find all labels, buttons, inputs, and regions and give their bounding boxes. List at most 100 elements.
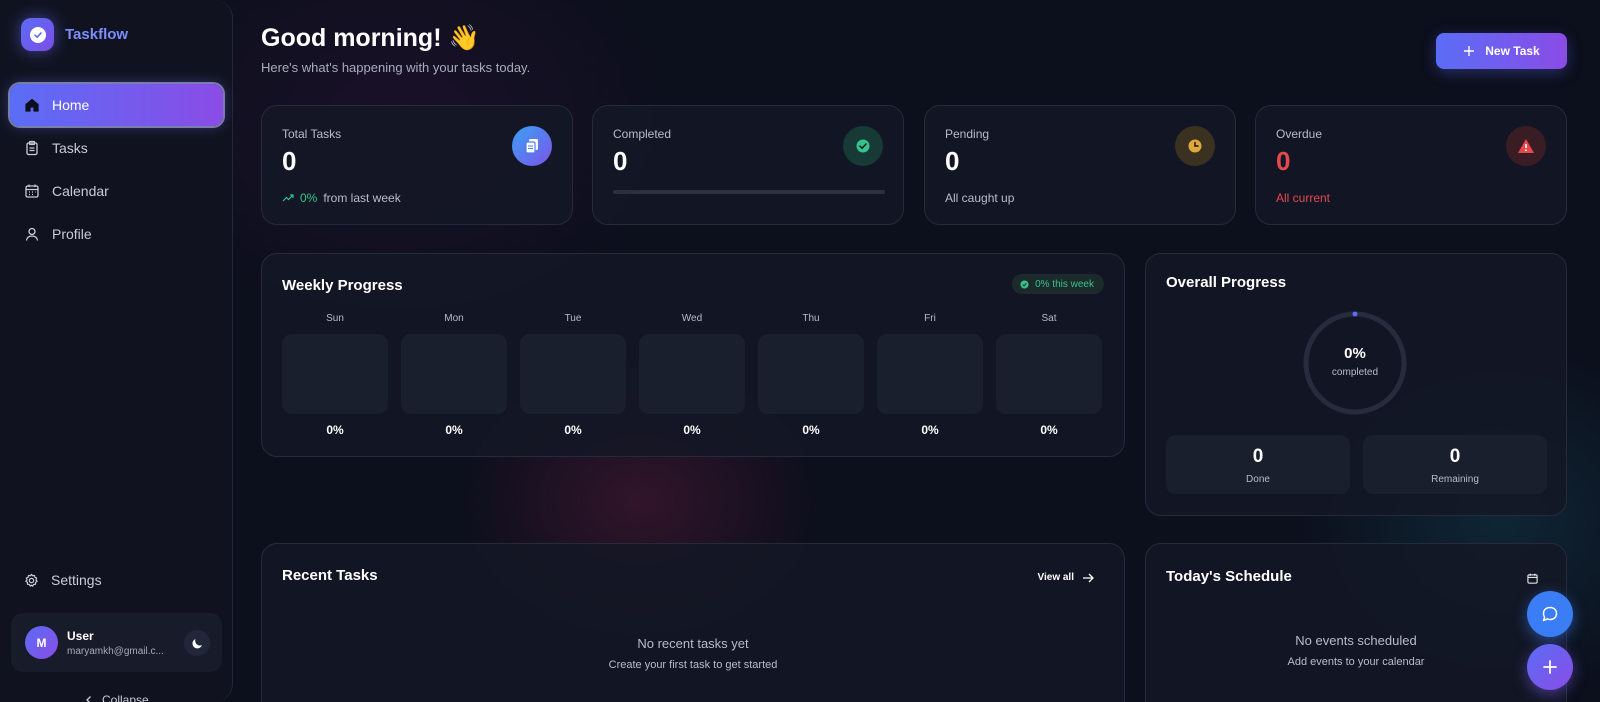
remaining-count-box: 0 Remaining <box>1363 435 1547 494</box>
collapse-button[interactable]: Collapse <box>84 693 149 702</box>
day-column: Thu 0% <box>758 313 864 437</box>
day-pct: 0% <box>1040 423 1058 437</box>
sidebar-item-label: Profile <box>52 226 92 242</box>
check-circle-icon <box>1020 279 1029 289</box>
new-task-button[interactable]: New Task <box>1436 33 1567 69</box>
collapse-label: Collapse <box>102 693 149 702</box>
stat-label: Completed <box>613 127 672 141</box>
trend-up-icon <box>282 194 294 202</box>
schedule-card: Today's Schedule No events scheduled Add… <box>1145 543 1567 702</box>
day-name: Sat <box>1041 313 1057 324</box>
stat-value: 0 <box>1276 146 1291 176</box>
weekly-progress-card: Weekly Progress 0% this week Sun 0% Mon 0%… <box>261 253 1125 457</box>
stat-trend: 0% from last week <box>282 191 401 205</box>
calendar-icon <box>25 184 39 198</box>
day-bar <box>877 334 983 414</box>
day-pct: 0% <box>921 423 939 437</box>
chevron-left-icon <box>86 696 91 702</box>
stat-card-overdue: Overdue 0 All current <box>1255 105 1567 225</box>
plus-icon <box>1543 660 1557 674</box>
section-title: Recent Tasks <box>282 567 378 584</box>
brand[interactable]: Taskflow <box>21 18 128 51</box>
sidebar-item-calendar[interactable]: Calendar <box>10 170 223 212</box>
day-name: Tue <box>564 313 582 324</box>
overall-caption: completed <box>1331 367 1379 378</box>
sidebar-item-label: Tasks <box>52 140 88 156</box>
chat-button[interactable] <box>1527 591 1573 637</box>
view-all-link[interactable]: View all <box>1037 572 1094 583</box>
app-name: Taskflow <box>65 26 129 43</box>
completed-progress-bar <box>613 190 885 194</box>
remaining-label: Remaining <box>1431 474 1479 485</box>
page-subtitle: Here's what's happening with your tasks … <box>261 60 531 75</box>
home-icon <box>25 98 39 112</box>
user-icon <box>25 227 39 241</box>
empty-state-subtitle: Add events to your calendar <box>1287 656 1425 668</box>
stat-card-pending: Pending 0 All caught up <box>924 105 1236 225</box>
weekly-days: Sun 0% Mon 0% Tue 0% Wed 0% Thu 0% Fri 0% Sat 0… <box>282 313 1102 437</box>
stat-label: Overdue <box>1276 127 1323 141</box>
day-column: Sat 0% <box>996 313 1102 437</box>
stat-card-total: Total Tasks 0 0% from last week <box>261 105 573 225</box>
sidebar-item-label: Home <box>52 97 90 113</box>
done-count-box: 0 Done <box>1166 435 1350 494</box>
day-column: Sun 0% <box>282 313 388 437</box>
overall-pct: 0% <box>1344 345 1366 362</box>
sidebar-item-home[interactable]: Home <box>10 84 223 126</box>
day-bar <box>282 334 388 414</box>
day-name: Wed <box>681 313 703 324</box>
clock-icon <box>1175 126 1215 166</box>
stat-label: Total Tasks <box>282 127 342 141</box>
day-bar <box>639 334 745 414</box>
theme-toggle-button[interactable] <box>184 630 210 656</box>
day-bar <box>401 334 507 414</box>
view-all-label: View all <box>1037 572 1074 583</box>
sidebar-item-settings[interactable]: Settings <box>24 572 102 588</box>
day-column: Fri 0% <box>877 313 983 437</box>
day-bar <box>996 334 1102 414</box>
calendar-icon <box>1527 573 1538 584</box>
day-pct: 0% <box>802 423 820 437</box>
stat-card-completed: Completed 0 <box>592 105 904 225</box>
sidebar-item-profile[interactable]: Profile <box>10 213 223 255</box>
day-bar <box>520 334 626 414</box>
stat-value: 0 <box>945 146 960 176</box>
trend-value: 0% <box>300 191 318 205</box>
copy-icon <box>512 126 552 166</box>
overall-progress-card: Overall Progress 0% completed 0 Done 0 R… <box>1145 253 1567 516</box>
stat-label: Pending <box>945 127 990 141</box>
day-name: Thu <box>802 313 820 324</box>
new-task-label: New Task <box>1485 44 1540 58</box>
section-title: Weekly Progress <box>282 277 403 294</box>
empty-state-title: No recent tasks yet <box>637 636 749 651</box>
gear-icon <box>25 573 38 587</box>
empty-state-subtitle: Create your first task to get started <box>608 659 778 671</box>
day-column: Tue 0% <box>520 313 626 437</box>
user-name: User <box>67 628 94 643</box>
day-bar <box>758 334 864 414</box>
done-value: 0 <box>1252 446 1264 467</box>
user-card[interactable]: M User maryamkh@gmail.c... <box>11 613 222 672</box>
plus-icon <box>1464 46 1475 56</box>
section-title: Today's Schedule <box>1166 568 1292 585</box>
trend-note: from last week <box>323 191 401 205</box>
stat-value: 0 <box>613 146 628 176</box>
avatar: M <box>25 626 58 659</box>
done-label: Done <box>1246 474 1270 485</box>
weekly-badge: 0% this week <box>1012 274 1104 294</box>
empty-state-title: No events scheduled <box>1295 633 1417 648</box>
sidebar-item-label: Calendar <box>52 183 109 199</box>
quick-add-button[interactable] <box>1527 644 1573 690</box>
arrow-right-icon <box>1083 573 1094 582</box>
settings-label: Settings <box>51 572 102 588</box>
stat-note: All caught up <box>945 191 1015 205</box>
day-name: Sun <box>326 313 344 324</box>
day-pct: 0% <box>445 423 463 437</box>
remaining-value: 0 <box>1449 446 1461 467</box>
stat-note: All current <box>1276 191 1331 205</box>
user-email: maryamkh@gmail.c... <box>67 645 164 657</box>
page-title: Good morning! 👋 <box>261 24 480 52</box>
sidebar-item-tasks[interactable]: Tasks <box>10 127 223 169</box>
day-pct: 0% <box>326 423 344 437</box>
check-circle-icon <box>21 18 54 51</box>
